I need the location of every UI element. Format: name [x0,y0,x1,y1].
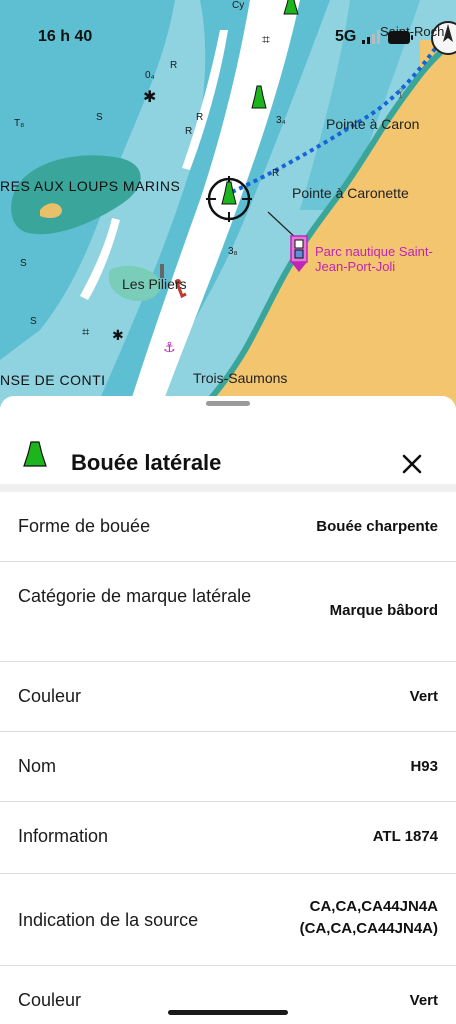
chart-canvas: ⚓ ✱ ✱ ⌗ ⌗ ⟟ [0,0,456,410]
radio-tower-icon: ⟟ [398,86,403,102]
status-time: 16 h 40 [38,28,93,45]
map-label-parc-nautique: Parc nautique Saint- Jean-Port-Joli [315,244,433,274]
sheet-title: Bouée latérale [71,450,222,475]
attribute-value: H93 [410,758,438,775]
sounding-label: S [30,316,37,327]
rock-icon: ✱ [143,87,156,106]
sounding-label: 0₄ [145,70,155,81]
attribute-value: Bouée charpente [316,518,438,535]
sounding-label: R [196,112,204,123]
sounding-label: S [96,112,103,123]
status-bar: 16 h 40 5G [0,22,456,52]
battery-tip [411,35,413,40]
attribute-row: Catégorie de marque latérale Marque bâbo… [0,562,456,662]
attribute-label: Forme de bouée [18,516,151,536]
attribute-label: Couleur [18,990,82,1010]
map-label-islands: RES AUX LOUPS MARINS [0,178,181,194]
status-network: 5G [335,28,357,45]
attribute-label: Indication de la source [18,910,199,930]
attribute-row: Nom H93 [0,732,456,802]
attribute-row: Information ATL 1874 [0,802,456,874]
attribute-label: Information [18,826,109,846]
map-label-les-piliers: Les Piliers [122,276,187,292]
attribute-value: Vert [409,688,438,705]
attribute-list: Forme de bouée Bouée charpente Catégorie… [0,492,456,1024]
map-label-pointe-caronette: Pointe à Caronette [292,185,409,201]
sounding-label: R [185,126,193,137]
attribute-value: CA,CA,CA44JN4A (CA,CA,CA44JN4A) [299,898,438,937]
map-label-conti: NSE DE CONTI [0,372,106,388]
attribute-value: Marque bâbord [329,602,438,619]
attribute-label: Couleur [18,686,82,706]
battery-icon [388,31,410,44]
sounding-label: R [272,168,280,179]
attribute-row: Couleur Vert [0,662,456,732]
attribute-label: Nom [18,756,57,776]
nautical-chart-map[interactable]: ⚓ ✱ ✱ ⌗ ⌗ ⟟ Saint-Roch Pointe à Caron Po… [0,0,456,410]
sounding-label: S [20,258,27,269]
sounding-label: T₈ [14,118,25,129]
attribute-label: Catégorie de marque latérale [18,586,252,606]
map-label-pointe-caron: Pointe à Caron [326,116,420,132]
map-label-trois-saumons: Trois-Saumons [193,370,288,386]
rock-icon: ✱ [112,328,124,344]
feature-info-sheet[interactable]: Bouée latérale Forme de bouée Bouée char… [0,396,456,1024]
home-indicator[interactable] [168,1010,288,1015]
attribute-row: Forme de bouée Bouée charpente [0,492,456,562]
svg-text:⚓: ⚓ [163,340,176,356]
sheet-header: Bouée latérale [0,406,456,486]
attribute-row: Couleur Vert [0,966,456,1024]
sounding-label: 3₈ [228,246,238,257]
header-divider [0,484,456,492]
map-label-parc-line1: Parc nautique Saint- [315,244,433,259]
lateral-buoy-icon [23,441,47,467]
attribute-value: Vert [409,992,438,1009]
sounding-label: 3₄ [276,115,286,126]
attribute-row: Indication de la source CA,CA,CA44JN4A (… [0,874,456,966]
anchorage-icon: ⚓ [163,340,176,356]
signal-icon [362,30,380,44]
attribute-value: ATL 1874 [372,828,438,845]
close-icon[interactable] [398,450,426,478]
obstruction-icon: ⌗ [82,325,90,340]
map-label-parc-line2: Jean-Port-Joli [315,259,396,274]
sounding-label: Cy [232,0,245,11]
sounding-label: R [170,60,178,71]
